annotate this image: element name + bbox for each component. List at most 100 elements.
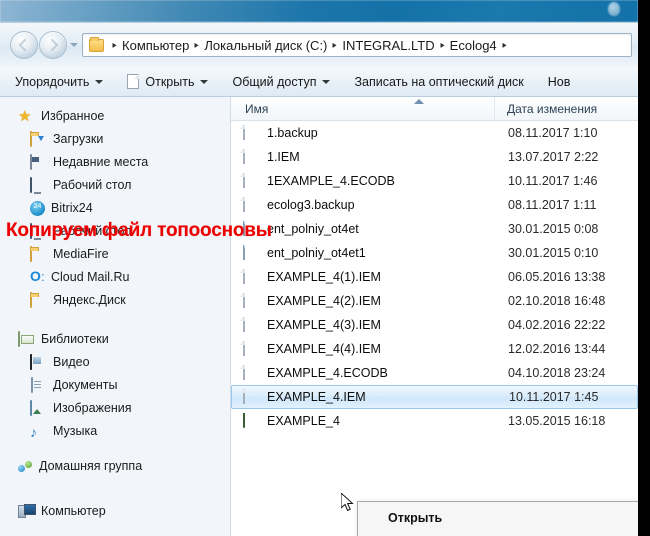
toolbar-organize-label: Упорядочить bbox=[15, 74, 90, 89]
sidebar-item-bitrix24[interactable]: Bitrix24 bbox=[0, 197, 230, 220]
sidebar-item-computer[interactable]: Компьютер bbox=[0, 500, 230, 523]
breadcrumb-item-computer[interactable]: Компьютер bbox=[122, 38, 189, 53]
computer-icon bbox=[18, 504, 35, 520]
back-button[interactable] bbox=[10, 31, 38, 59]
table-row[interactable]: EXAMPLE_4(1).IEM 06.05.2016 13:38 bbox=[231, 265, 638, 289]
blank-file-icon bbox=[243, 340, 260, 358]
sidebar-label: Яндекс.Диск bbox=[53, 293, 126, 308]
table-row[interactable]: ent_polniy_ot4et 30.01.2015 0:08 bbox=[231, 217, 638, 241]
sidebar-label: Компьютер bbox=[41, 504, 106, 519]
toolbar-open-button[interactable]: Открыть bbox=[120, 70, 215, 94]
file-name-label: EXAMPLE_4(2).IEM bbox=[267, 294, 381, 308]
file-date-cell: 04.10.2018 23:24 bbox=[508, 366, 606, 380]
table-row[interactable]: EXAMPLE_4 13.05.2015 16:18 bbox=[231, 409, 638, 433]
table-row[interactable]: EXAMPLE_4(3).IEM 04.02.2016 22:22 bbox=[231, 313, 638, 337]
homegroup-icon bbox=[18, 460, 33, 474]
file-name-label: 1.IEM bbox=[267, 150, 300, 164]
sidebar-item-recent-places[interactable]: Недавние места bbox=[0, 151, 230, 174]
sidebar-item-documents[interactable]: Документы bbox=[0, 374, 230, 397]
column-header-date-label: Дата изменения bbox=[507, 101, 598, 116]
sidebar-label: Рабочий стол bbox=[53, 178, 132, 193]
file-name-label: EXAMPLE_4.ECODB bbox=[267, 366, 388, 380]
table-row[interactable]: 1.IEM 13.07.2017 2:22 bbox=[231, 145, 638, 169]
table-row[interactable]: EXAMPLE_4.ECODB 04.10.2018 23:24 bbox=[231, 361, 638, 385]
cloud-mailru-icon bbox=[30, 269, 45, 285]
column-header-name-label: Имя bbox=[245, 101, 269, 116]
sidebar-item-music[interactable]: ♪ Музыка bbox=[0, 420, 230, 443]
file-name-cell: EXAMPLE_4 bbox=[231, 412, 495, 430]
file-name-cell: 1.backup bbox=[231, 124, 495, 142]
file-name-label: EXAMPLE_4 bbox=[267, 414, 340, 428]
table-row[interactable]: 1.backup 08.11.2017 1:10 bbox=[231, 121, 638, 145]
sidebar-item-favorites[interactable]: ★ Избранное bbox=[0, 105, 230, 128]
sidebar-item-pictures[interactable]: Изображения bbox=[0, 397, 230, 420]
toolbar-share-button[interactable]: Общий доступ bbox=[225, 70, 337, 94]
video-icon bbox=[30, 353, 47, 371]
toolbar-burn-button[interactable]: Записать на оптический диск bbox=[347, 70, 530, 94]
sidebar-item-libraries[interactable]: Библиотеки bbox=[0, 328, 230, 351]
folder-download-icon bbox=[30, 130, 47, 148]
blank-file-icon bbox=[243, 124, 260, 142]
file-name-cell: ent_polniy_ot4et1 bbox=[231, 244, 495, 262]
breadcrumb-separator-icon: ▸ bbox=[194, 39, 199, 51]
sidebar-label: Музыка bbox=[53, 424, 98, 439]
winrar-archive-icon bbox=[243, 412, 260, 430]
file-date-cell: 08.11.2017 1:10 bbox=[508, 126, 598, 140]
toolbar-open-label: Открыть bbox=[145, 74, 195, 89]
column-header-name[interactable]: Имя bbox=[231, 97, 495, 120]
table-row[interactable]: ent_polniy_ot4et1 30.01.2015 0:10 bbox=[231, 241, 638, 265]
sidebar-label: Библиотеки bbox=[41, 332, 109, 347]
table-row[interactable]: EXAMPLE_4(4).IEM 12.02.2016 13:44 bbox=[231, 337, 638, 361]
file-name-cell: EXAMPLE_4(2).IEM bbox=[231, 292, 495, 310]
sidebar-item-video[interactable]: Видео bbox=[0, 351, 230, 374]
history-dropdown-icon[interactable] bbox=[70, 43, 78, 47]
sidebar-label: Видео bbox=[53, 355, 90, 370]
context-menu-item-7zip[interactable]: 7-Zip bbox=[358, 531, 638, 536]
table-row[interactable]: ecolog3.backup 08.11.2017 1:11 bbox=[231, 193, 638, 217]
file-date-cell: 30.01.2015 0:10 bbox=[508, 246, 599, 260]
breadcrumb-separator-icon: ▸ bbox=[502, 39, 507, 51]
file-date-cell: 04.02.2016 22:22 bbox=[508, 318, 606, 332]
breadcrumb-item-ecolog4[interactable]: Ecolog4 bbox=[450, 38, 497, 53]
sidebar-item-downloads[interactable]: Загрузки bbox=[0, 128, 230, 151]
file-name-cell: ecolog3.backup bbox=[231, 196, 495, 214]
blank-file-icon bbox=[243, 292, 260, 310]
sidebar-label: Домашняя группа bbox=[39, 459, 143, 474]
table-row[interactable]: 1EXAMPLE_4.ECODB 10.11.2017 1:46 bbox=[231, 169, 638, 193]
file-name-cell: EXAMPLE_4(4).IEM bbox=[231, 340, 495, 358]
breadcrumb[interactable]: ▸ Компьютер ▸ Локальный диск (C:) ▸ INTE… bbox=[82, 33, 632, 57]
folder-icon bbox=[89, 36, 104, 52]
toolbar-new-folder-label: Нов bbox=[547, 74, 571, 89]
sidebar-item-homegroup[interactable]: Домашняя группа bbox=[0, 455, 230, 478]
file-date-cell: 10.11.2017 1:45 bbox=[509, 390, 599, 404]
breadcrumb-item-integral[interactable]: INTEGRAL.LTD bbox=[342, 38, 434, 53]
sidebar-item-yandex-disk[interactable]: Яндекс.Диск bbox=[0, 289, 230, 312]
toolbar-new-folder-button[interactable]: Нов bbox=[541, 70, 578, 94]
table-row-selected[interactable]: EXAMPLE_4.IEM 10.11.2017 1:45 bbox=[231, 385, 638, 409]
sidebar-item-cloud-mailru[interactable]: Cloud Mail.Ru bbox=[0, 266, 230, 289]
file-list-pane: Имя Дата изменения 1.backup 08.11.2017 1… bbox=[231, 97, 638, 536]
documents-icon bbox=[30, 376, 47, 394]
sidebar-label: Недавние места bbox=[53, 155, 149, 170]
window-body: ▸ Компьютер ▸ Локальный диск (C:) ▸ INTE… bbox=[0, 22, 638, 536]
bitrix24-icon bbox=[30, 201, 45, 216]
file-name-cell: 1EXAMPLE_4.ECODB bbox=[231, 172, 495, 190]
blank-file-icon bbox=[243, 148, 260, 166]
blank-file-icon bbox=[243, 268, 260, 286]
forward-button[interactable] bbox=[39, 31, 67, 59]
sidebar-label: Документы bbox=[53, 378, 118, 393]
sidebar-item-mediafire[interactable]: MediaFire bbox=[0, 243, 230, 266]
sidebar-label: MediaFire bbox=[53, 247, 109, 262]
sidebar-item-desktop[interactable]: Рабочий стол bbox=[0, 174, 230, 197]
toolbar-organize-button[interactable]: Упорядочить bbox=[8, 70, 110, 94]
table-row[interactable]: EXAMPLE_4(2).IEM 02.10.2018 16:48 bbox=[231, 289, 638, 313]
desktop-icon bbox=[30, 176, 47, 194]
file-date-cell: 13.07.2017 2:22 bbox=[508, 150, 599, 164]
folder-icon bbox=[30, 291, 47, 309]
file-name-label: ent_polniy_ot4et1 bbox=[267, 246, 366, 260]
blank-file-icon bbox=[243, 196, 260, 214]
breadcrumb-item-local-disk[interactable]: Локальный диск (C:) bbox=[204, 38, 327, 53]
recent-places-icon bbox=[30, 153, 47, 171]
context-menu-item-open[interactable]: Открыть bbox=[358, 505, 638, 531]
column-header-date[interactable]: Дата изменения bbox=[495, 97, 597, 120]
